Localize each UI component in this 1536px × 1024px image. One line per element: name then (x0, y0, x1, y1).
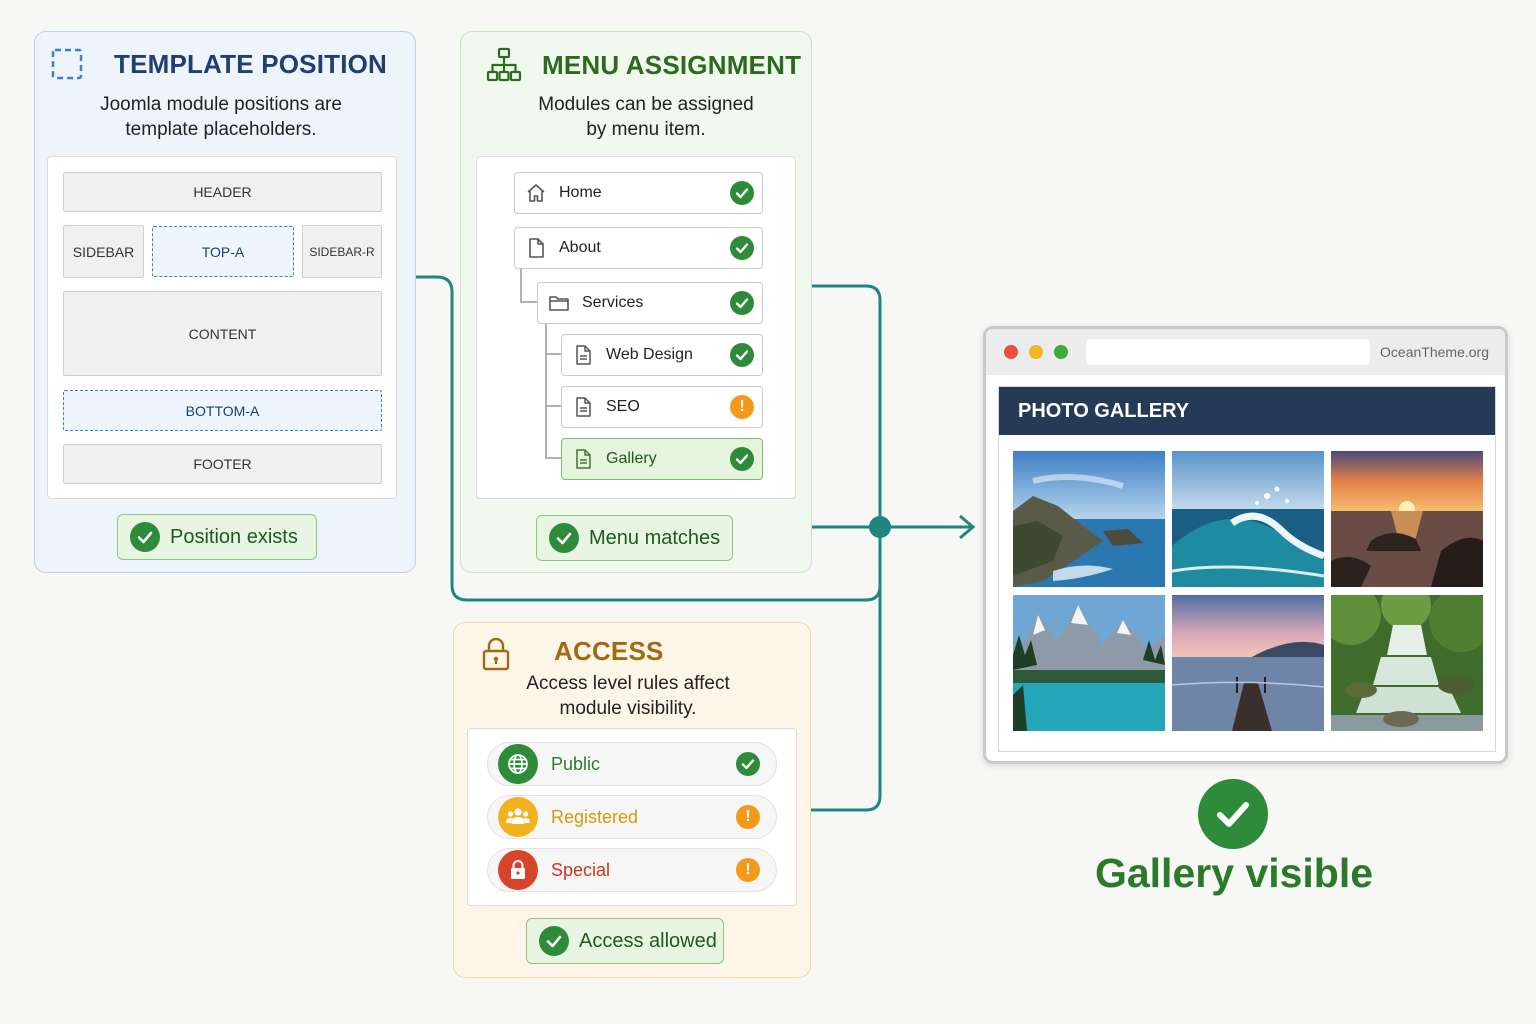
access-level-label: Public (551, 753, 601, 774)
sitemap-icon (486, 47, 522, 82)
lock-icon (498, 850, 538, 890)
menu-panel-description: Modules can be assigned by menu item. (476, 92, 816, 142)
footer-position: FOOTER (63, 444, 382, 484)
check-icon (736, 752, 760, 776)
access-allowed-badge: Access allowed (526, 918, 724, 964)
photo-coastal-cliffs[interactable] (1013, 451, 1165, 587)
menu-item-services[interactable]: Services (537, 282, 763, 324)
browser-window: OceanTheme.org PHOTO GALLERY (983, 326, 1508, 764)
access-level-registered[interactable]: Registered ! (487, 795, 777, 839)
photo-mountain-lake[interactable] (1013, 595, 1165, 731)
page-icon (529, 238, 544, 258)
warning-icon: ! (736, 858, 760, 882)
gallery-module: PHOTO GALLERY (998, 386, 1496, 752)
check-icon (730, 447, 754, 471)
document-icon (576, 397, 591, 417)
menu-item-seo[interactable]: SEO ! (561, 386, 763, 428)
description-line: module visibility. (559, 698, 697, 719)
status-label: Access allowed (579, 929, 717, 952)
warning-icon: ! (736, 805, 760, 829)
browser-toolbar: OceanTheme.org (986, 329, 1505, 375)
menu-item-label: About (559, 239, 601, 256)
sidebar-position: SIDEBAR (63, 225, 144, 278)
junction-node (869, 516, 891, 538)
menu-item-home[interactable]: Home (514, 172, 763, 214)
description-line: template placeholders. (125, 119, 317, 140)
header-position: HEADER (63, 172, 382, 212)
access-level-special[interactable]: Special ! (487, 848, 777, 892)
menu-item-label: SEO (606, 398, 640, 415)
lock-icon (482, 637, 510, 671)
menu-panel-title: MENU ASSIGNMENT (542, 50, 802, 80)
document-icon (576, 345, 591, 365)
users-icon (498, 797, 538, 837)
menu-connector (812, 284, 882, 528)
content-position: CONTENT (63, 291, 382, 376)
top-a-position: TOP-A (152, 226, 294, 277)
globe-icon (498, 744, 538, 784)
description-line: Access level rules affect (526, 673, 730, 694)
access-connector (811, 528, 882, 812)
result-label: Gallery visible (1094, 850, 1374, 896)
check-icon (539, 926, 569, 956)
check-icon (730, 236, 754, 260)
status-label: Menu matches (589, 526, 721, 549)
success-check-icon (1198, 779, 1268, 849)
menu-item-label: Gallery (606, 450, 657, 467)
check-icon (730, 343, 754, 367)
sidebar-r-position: SIDEBAR-R (302, 225, 382, 278)
menu-item-web-design[interactable]: Web Design (561, 334, 763, 376)
access-level-label: Special (551, 859, 611, 880)
access-panel-description: Access level rules affect module visibil… (470, 671, 786, 721)
position-exists-badge: Position exists (117, 514, 317, 560)
close-dot[interactable] (1004, 345, 1018, 359)
check-icon (549, 523, 579, 553)
check-icon (130, 522, 160, 552)
folder-icon (549, 296, 569, 311)
check-icon (730, 181, 754, 205)
home-icon (527, 184, 545, 202)
description-line: Joomla module positions are (100, 94, 342, 115)
address-bar[interactable] (1086, 339, 1370, 365)
photo-ocean-wave[interactable] (1172, 451, 1324, 587)
bottom-a-position: BOTTOM-A (63, 390, 382, 431)
minimize-dot[interactable] (1029, 345, 1043, 359)
photo-pier-dusk[interactable] (1172, 595, 1324, 731)
menu-item-gallery[interactable]: Gallery (561, 438, 763, 480)
menu-item-label: Web Design (606, 346, 693, 363)
description-line: by menu item. (586, 119, 706, 140)
template-panel-title: TEMPLATE POSITION (114, 49, 388, 79)
access-level-public[interactable]: Public (487, 742, 777, 786)
site-label: OceanTheme.org (1380, 344, 1489, 360)
menu-matches-badge: Menu matches (536, 515, 733, 561)
menu-item-label: Services (582, 294, 644, 311)
photo-sunset-rocks[interactable] (1331, 451, 1483, 587)
maximize-dot[interactable] (1054, 345, 1068, 359)
menu-item-about[interactable]: About (514, 227, 763, 269)
dashed-square-icon (51, 48, 83, 80)
status-label: Position exists (170, 525, 298, 548)
gallery-title: PHOTO GALLERY (999, 387, 1495, 435)
access-panel-title: ACCESS (554, 636, 664, 666)
document-icon (576, 449, 591, 469)
access-level-label: Registered (551, 806, 639, 827)
menu-item-label: Home (559, 184, 602, 201)
description-line: Modules can be assigned (538, 94, 754, 115)
check-icon (730, 291, 754, 315)
warning-icon: ! (730, 395, 754, 419)
photo-forest-waterfall[interactable] (1331, 595, 1483, 731)
template-panel-description: Joomla module positions are template pla… (60, 92, 382, 142)
